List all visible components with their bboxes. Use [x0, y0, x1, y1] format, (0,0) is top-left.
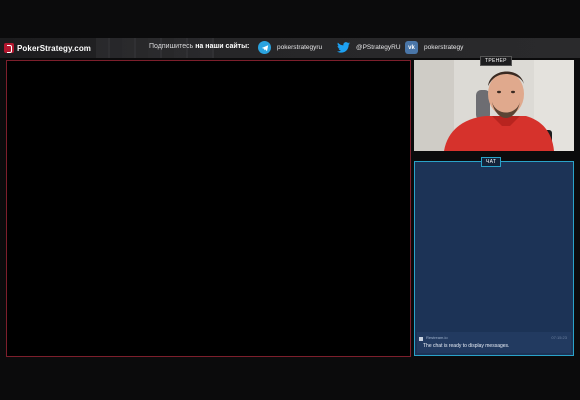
site-logo[interactable]: PokerStrategy.com	[4, 41, 91, 55]
telegram-icon	[258, 41, 271, 54]
chat-label: ЧАТ	[481, 157, 502, 167]
logo-text: PokerStrategy.com	[17, 43, 92, 53]
chat-message: Restream.io 07:15:23 The chat is ready t…	[417, 332, 571, 353]
logo-icon	[4, 43, 14, 53]
social-vk[interactable]: vk pokerstrategy	[405, 41, 463, 54]
social-vk-label: pokerstrategy	[424, 44, 464, 51]
subscribe-bold: на наши сайты:	[195, 43, 250, 50]
header-bar: PokerStrategy.com Подпишитесь на наши са…	[0, 38, 580, 58]
chat-message-time: 07:15:23	[551, 335, 567, 340]
subscribe-text: Подпишитесь на наши сайты:	[149, 43, 249, 50]
main-video-area	[6, 60, 411, 357]
trainer-webcam	[414, 60, 574, 151]
trainer-webcam-image	[414, 60, 574, 151]
twitter-icon	[337, 41, 350, 54]
chat-panel: Restream.io 07:15:23 The chat is ready t…	[414, 161, 574, 356]
social-twitter[interactable]: @PStrategyRU	[337, 41, 401, 54]
social-telegram[interactable]: pokerstrategyru	[258, 41, 322, 54]
chat-message-text: The chat is ready to display messages.	[423, 343, 510, 349]
trainer-label: ТРЕНЕР	[480, 56, 512, 66]
chat-source-icon	[419, 337, 423, 341]
vk-icon: vk	[405, 41, 418, 54]
chat-message-user: Restream.io	[426, 335, 448, 340]
social-twitter-label: @PStrategyRU	[356, 44, 401, 51]
social-telegram-label: pokerstrategyru	[277, 44, 323, 51]
subscribe-prefix: Подпишитесь	[149, 43, 194, 50]
